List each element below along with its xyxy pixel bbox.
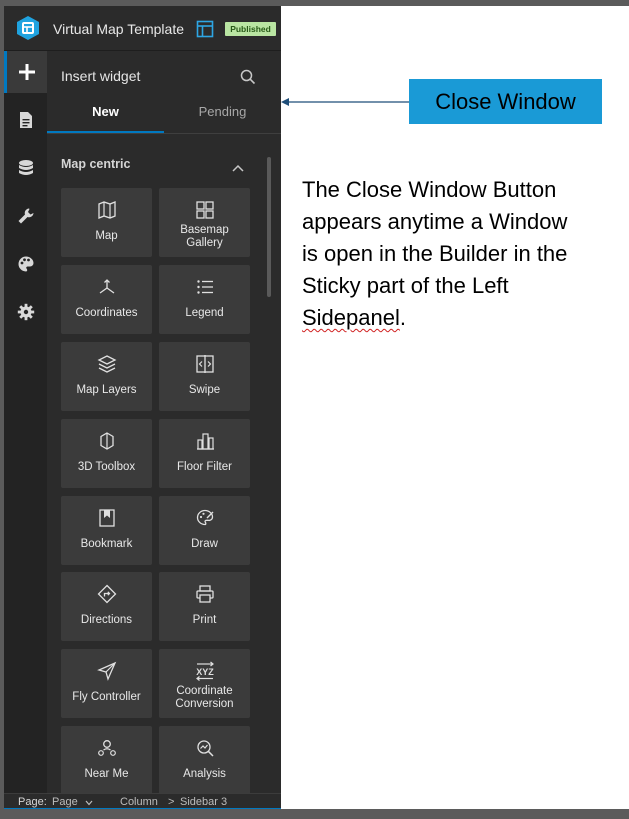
widget-tile-map[interactable]: Map — [61, 188, 152, 257]
experience-builder-logo-icon[interactable] — [15, 15, 41, 41]
widget-label: Basemap Gallery — [180, 224, 229, 249]
rail-item-theme[interactable] — [4, 243, 47, 285]
left-rail: ? — [4, 51, 47, 809]
bookmark-icon — [98, 509, 115, 527]
palette-icon — [18, 256, 33, 272]
3d-toolbox-icon — [99, 432, 114, 450]
near-me-icon — [97, 740, 116, 756]
widget-tile-coordinates[interactable]: Coordinates — [61, 265, 152, 334]
map-icon — [97, 201, 116, 219]
basemap-gallery-icon — [195, 201, 214, 219]
layers-icon — [97, 355, 116, 373]
insert-widget-panel: Insert widget New Pending Map centric Ma… — [47, 51, 281, 795]
widget-tile-swipe[interactable]: Swipe — [159, 342, 250, 411]
gear-icon — [17, 303, 34, 321]
app-title[interactable]: Virtual Map Template — [53, 21, 184, 37]
breadcrumb-sidebar[interactable]: Sidebar 3 — [180, 796, 227, 808]
widget-label: 3D Toolbox — [77, 461, 136, 473]
widget-tile-3d-toolbox[interactable]: 3D Toolbox — [61, 419, 152, 488]
widget-label: Fly Controller — [72, 691, 141, 703]
builder-window: Virtual Map Template Published Insert wi… — [4, 6, 281, 809]
legend-icon — [196, 280, 213, 294]
description-text: The Close Window Button appears anytime … — [302, 174, 622, 334]
widget-label: Legend — [185, 307, 224, 319]
widget-label: Near Me — [84, 768, 129, 780]
analysis-icon — [196, 740, 214, 757]
description-line: The Close Window Button — [302, 177, 557, 202]
widget-label: Floor Filter — [177, 461, 232, 473]
print-icon — [195, 585, 214, 603]
callout-arrow — [281, 98, 410, 106]
widget-tile-map-layers[interactable]: Map Layers — [61, 342, 152, 411]
page-selector[interactable]: Page — [52, 796, 78, 808]
page-icon — [19, 112, 32, 128]
widget-tile-print[interactable]: Print — [159, 572, 250, 641]
xyz-conversion-icon: XYZ — [195, 661, 214, 681]
widget-tile-directions[interactable]: Directions — [61, 572, 152, 641]
directions-icon — [97, 584, 116, 604]
widget-label: Coordinate Conversion — [175, 685, 234, 710]
widget-label: Analysis — [183, 768, 226, 780]
widget-label: Draw — [191, 538, 218, 550]
svg-text:XYZ: XYZ — [196, 667, 214, 677]
swipe-icon — [195, 355, 214, 373]
fly-controller-icon — [96, 661, 116, 681]
coordinates-icon — [99, 279, 114, 294]
widget-tile-basemap-gallery[interactable]: Basemap Gallery — [159, 188, 250, 257]
widget-label: Map Layers — [76, 384, 137, 396]
rail-item-page[interactable] — [4, 99, 47, 141]
widget-tile-near-me[interactable]: Near Me — [61, 726, 152, 795]
widget-label: Bookmark — [80, 538, 133, 550]
floor-filter-icon — [196, 433, 214, 450]
chevron-up-icon[interactable] — [231, 163, 245, 173]
tab-pending[interactable]: Pending — [164, 97, 281, 133]
wrench-icon — [18, 208, 33, 224]
footer-page-label: Page: — [18, 796, 47, 808]
panel-title: Insert widget — [61, 68, 141, 84]
widget-tile-draw[interactable]: Draw — [159, 496, 250, 565]
breadcrumb-column[interactable]: Column — [120, 796, 158, 808]
app-header: Virtual Map Template Published — [4, 6, 281, 51]
rail-item-insert-widget[interactable] — [4, 51, 47, 93]
widget-label: Swipe — [188, 384, 221, 396]
draw-icon — [196, 509, 213, 526]
widget-tile-floor-filter[interactable]: Floor Filter — [159, 419, 250, 488]
widget-label: Coordinates — [75, 307, 138, 319]
data-icon — [18, 160, 33, 175]
widget-label: Print — [192, 614, 217, 626]
window-frame-bottom — [0, 809, 629, 819]
page-layout-icon[interactable] — [196, 20, 214, 38]
spellcheck-word: Sidepanel — [302, 305, 400, 330]
description-line: is open in the Builder in the — [302, 241, 568, 266]
search-icon[interactable] — [240, 69, 256, 85]
widget-label: Map — [95, 230, 118, 242]
chevron-down-icon[interactable] — [85, 800, 93, 806]
breadcrumb-separator: > — [168, 796, 175, 808]
description-line: appears anytime a Window — [302, 209, 568, 234]
rail-item-data[interactable] — [4, 147, 47, 189]
widget-tile-legend[interactable]: Legend — [159, 265, 250, 334]
widget-tile-bookmark[interactable]: Bookmark — [61, 496, 152, 565]
widget-tile-coordinate-conversion[interactable]: XYZ Coordinate Conversion — [159, 649, 250, 718]
widget-tabs: New Pending — [47, 97, 281, 134]
section-title-map-centric[interactable]: Map centric — [61, 157, 130, 171]
rail-item-settings[interactable] — [4, 291, 47, 333]
close-window-callout: Close Window — [409, 79, 602, 124]
description-punct: . — [399, 305, 406, 330]
panel-scrollbar[interactable] — [267, 157, 271, 297]
plus-icon — [19, 64, 35, 80]
status-badge: Published — [225, 22, 276, 36]
widget-tile-analysis[interactable]: Analysis — [159, 726, 250, 795]
widget-label: Directions — [80, 614, 133, 626]
footer-accent-line — [4, 808, 281, 809]
description-line: Sticky part of the Left — [302, 273, 509, 298]
widget-tile-fly-controller[interactable]: Fly Controller — [61, 649, 152, 718]
breadcrumb-footer: Page: Page Column > Sidebar 3 — [4, 793, 281, 809]
rail-item-tools[interactable] — [4, 195, 47, 237]
tab-new[interactable]: New — [47, 97, 164, 133]
